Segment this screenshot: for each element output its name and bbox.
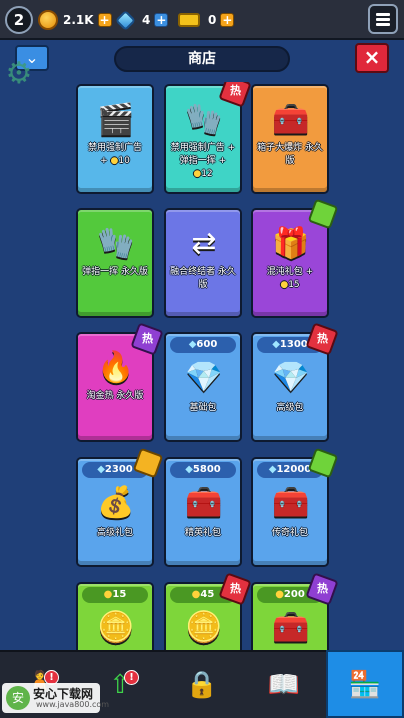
price-tag: ◆5800 [170, 462, 236, 478]
add-tickets-button[interactable]: + [220, 13, 235, 27]
shop-card-gold-pot[interactable]: ●45 🪙 一 热 [164, 572, 252, 650]
shop-card-gold-rush[interactable]: 🔥 淘金热 永久版 热 [76, 322, 164, 442]
ticket-icon [178, 13, 200, 27]
page-title: 商店 [114, 46, 290, 72]
price-tag: ◆600 [170, 337, 236, 353]
legend-chest-icon: 🧰 [272, 485, 310, 520]
shop-icon: 🏪 [348, 670, 382, 700]
shop-card-advanced-pack[interactable]: ◆1300 💎 高级包 热 [251, 322, 339, 442]
shop-card-basic-pack[interactable]: ◆600 💎 基础包 [164, 332, 242, 442]
elite-chest-icon: 🧰 [185, 485, 223, 520]
menu-icon-line [376, 23, 390, 26]
card-label: 高级包 [276, 403, 304, 413]
watermark-logo-icon: 安 [6, 686, 30, 710]
menu-icon-line [376, 18, 390, 21]
close-icon: × [363, 45, 381, 69]
gems-large-icon: 💎 [272, 360, 310, 395]
gauntlet-icon: 🧤 [97, 226, 135, 261]
shop-card-no-ads[interactable]: 🎬 禁用强制广告 + ●10 [76, 84, 154, 194]
chest-icon: 🧰 [272, 102, 310, 137]
clapperboard-glove-icon: 🧤 [185, 102, 223, 137]
tab-locked[interactable]: 🔒 [162, 652, 242, 718]
gems-small-icon: 💎 [185, 360, 223, 395]
shop-header: ⌄ 商店 × [0, 40, 404, 78]
gold-bars-icon: 🪙 [97, 610, 135, 645]
card-label: 箱子大爆炸 永久版 [257, 143, 323, 166]
shop-card-merge[interactable]: ⇄ 融合终结者 永久版 [164, 208, 242, 318]
close-button[interactable]: × [355, 43, 389, 73]
chaos-bundle-icon: 🎁 [272, 226, 310, 261]
sack-icon: 💰 [97, 485, 135, 520]
card-label: 精英礼包 [184, 528, 221, 538]
add-coins-button[interactable]: + [97, 13, 112, 27]
watermark-url: www.java800.com [36, 700, 110, 709]
card-label: 传奇礼包 [271, 528, 308, 538]
coin-icon [38, 10, 58, 30]
coin-counter: 2.1K + [38, 9, 112, 31]
menu-button[interactable] [368, 4, 398, 34]
book-icon: 📖 [267, 670, 301, 700]
new-burst-badge [307, 198, 339, 230]
gold-rush-icon: 🔥 [97, 350, 135, 385]
coin-amount: 2.1K [63, 13, 94, 27]
ticket-amount: 0 [208, 13, 217, 27]
shop-card-chaos[interactable]: 🎁 混沌礼包 + ●15 [251, 198, 339, 318]
card-label: 混沌礼包 + ●15 [266, 267, 314, 290]
player-level-badge[interactable]: 2 [5, 6, 33, 34]
shop-grid: 🎬 禁用强制广告 + ●10 🧤 禁用强制广告 + 弹指一挥 + ●12 热 🧰… [0, 82, 404, 650]
clapperboard-no-icon: 🎬 [97, 102, 135, 137]
shop-card-gold-chest[interactable]: ●200 🧰 一 热 [251, 572, 339, 650]
card-label: 高级礼包 [96, 528, 133, 538]
gem-amount: 4 [142, 13, 151, 27]
shop-card-elite-gift[interactable]: ◆5800 🧰 精英礼包 [164, 457, 242, 567]
alert-badge: ! [124, 670, 139, 685]
merge-arrows-icon: ⇄ [191, 226, 217, 261]
card-label: 弹指一挥 永久版 [82, 267, 148, 277]
price-tag: ●15 [82, 587, 148, 603]
shop-card-snap[interactable]: 🧤 弹指一挥 永久版 [76, 208, 154, 318]
tab-quests[interactable]: 📖 [244, 652, 324, 718]
shop-card-chest-blast[interactable]: 🧰 箱子大爆炸 永久版 [251, 84, 329, 194]
gold-chest-icon: 🧰 [272, 610, 310, 645]
watermark: 安 安心下载网 www.java800.com [2, 683, 109, 713]
card-label: 淘金热 永久版 [86, 391, 144, 401]
shop-card-legend-gift[interactable]: ◆12000 🧰 传奇礼包 [251, 447, 339, 567]
card-label: 基础包 [189, 403, 217, 413]
shop-card-no-ads-snap[interactable]: 🧤 禁用强制广告 + 弹指一挥 + ●12 热 [164, 82, 252, 194]
menu-icon [376, 13, 390, 16]
tab-shop[interactable]: 🏪 [326, 650, 404, 718]
lock-icon: 🔒 [185, 670, 219, 700]
gem-counter: 4 + [114, 9, 169, 31]
top-bar: 2 2.1K + 4 + 0 + [0, 0, 404, 40]
gold-pot-icon: 🪙 [185, 610, 223, 645]
card-label: 禁用强制广告 + 弹指一挥 + ●12 [170, 143, 236, 179]
ticket-counter: 0 + [178, 9, 235, 31]
card-label: 禁用强制广告 + ●10 [87, 143, 142, 166]
shop-card-advanced-gift[interactable]: ◆2300 💰 高级礼包 [76, 447, 164, 567]
shop-card-gold-bars[interactable]: ●15 🪙 一 [76, 582, 154, 650]
card-label: 融合终结者 永久版 [170, 267, 236, 290]
gem-icon [114, 9, 137, 31]
add-gems-button[interactable]: + [154, 13, 169, 27]
